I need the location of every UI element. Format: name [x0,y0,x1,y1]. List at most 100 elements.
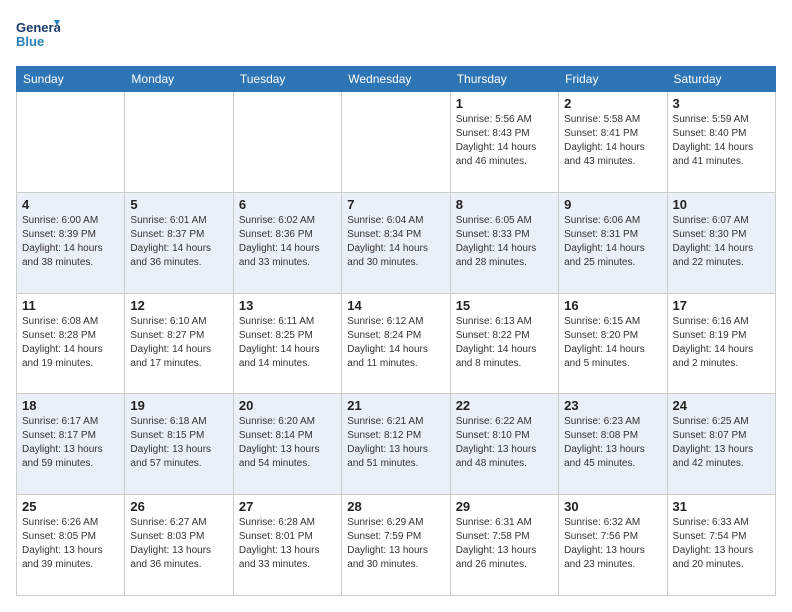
day-cell [17,92,125,193]
day-info: Sunrise: 6:08 AM Sunset: 8:28 PM Dayligh… [22,315,119,371]
svg-text:Blue: Blue [16,34,44,49]
day-number: 10 [673,197,770,212]
day-number: 25 [22,499,119,514]
day-cell: 15Sunrise: 6:13 AM Sunset: 8:22 PM Dayli… [450,293,558,394]
day-number: 22 [456,398,553,413]
day-cell: 2 Sunrise: 5:58 AM Sunset: 8:41 PM Daylig… [559,92,667,193]
day-number: 17 [673,298,770,313]
day-info: Sunrise: 6:10 AM Sunset: 8:27 PM Dayligh… [130,315,227,371]
day-number: 30 [564,499,661,514]
day-info: Sunrise: 6:13 AM Sunset: 8:22 PM Dayligh… [456,315,553,371]
day-cell [233,92,341,193]
day-info: Sunrise: 6:16 AM Sunset: 8:19 PM Dayligh… [673,315,770,371]
weekday-wednesday: Wednesday [342,67,450,92]
day-cell: 12 Sunrise: 6:10 AM Sunset: 8:27 PM Dayli… [125,293,233,394]
day-info: Sunrise: 6:33 AM Sunset: 7:54 PM Dayligh… [673,516,770,572]
day-number: 16 [564,298,661,313]
day-info: Sunrise: 6:15 AM Sunset: 8:20 PM Dayligh… [564,315,661,371]
logo-svg: General Blue [16,16,60,56]
day-cell: 26 Sunrise: 6:27 AM Sunset: 8:03 PM Dayli… [125,495,233,596]
week-row-4: 18 Sunrise: 6:17 AM Sunset: 8:17 PM Dayli… [17,394,776,495]
day-cell: 14 Sunrise: 6:12 AM Sunset: 8:24 PM Dayli… [342,293,450,394]
day-cell: 24Sunrise: 6:25 AM Sunset: 8:07 PM Dayli… [667,394,775,495]
day-info: Sunrise: 6:22 AM Sunset: 8:10 PM Dayligh… [456,415,553,471]
day-number: 6 [239,197,336,212]
day-info: Sunrise: 6:28 AM Sunset: 8:01 PM Dayligh… [239,516,336,572]
day-number: 4 [22,197,119,212]
day-number: 23 [564,398,661,413]
day-cell: 16 Sunrise: 6:15 AM Sunset: 8:20 PM Dayli… [559,293,667,394]
day-cell: 7 Sunrise: 6:04 AM Sunset: 8:34 PM Daylig… [342,192,450,293]
day-number: 2 [564,96,661,111]
day-number: 28 [347,499,444,514]
weekday-friday: Friday [559,67,667,92]
week-row-3: 11 Sunrise: 6:08 AM Sunset: 8:28 PM Dayli… [17,293,776,394]
weekday-monday: Monday [125,67,233,92]
day-info: Sunrise: 6:07 AM Sunset: 8:30 PM Dayligh… [673,214,770,270]
weekday-thursday: Thursday [450,67,558,92]
day-cell: 13 Sunrise: 6:11 AM Sunset: 8:25 PM Dayli… [233,293,341,394]
day-info: Sunrise: 6:29 AM Sunset: 7:59 PM Dayligh… [347,516,444,572]
day-info: Sunrise: 6:01 AM Sunset: 8:37 PM Dayligh… [130,214,227,270]
day-number: 12 [130,298,227,313]
day-cell: 29Sunrise: 6:31 AM Sunset: 7:58 PM Dayli… [450,495,558,596]
day-cell: 25 Sunrise: 6:26 AM Sunset: 8:05 PM Dayli… [17,495,125,596]
week-row-2: 4 Sunrise: 6:00 AM Sunset: 8:39 PM Daylig… [17,192,776,293]
header: General Blue [16,16,776,56]
day-info: Sunrise: 6:21 AM Sunset: 8:12 PM Dayligh… [347,415,444,471]
day-number: 31 [673,499,770,514]
day-info: Sunrise: 5:59 AM Sunset: 8:40 PM Dayligh… [673,113,770,169]
day-info: Sunrise: 6:17 AM Sunset: 8:17 PM Dayligh… [22,415,119,471]
day-cell: 21Sunrise: 6:21 AM Sunset: 8:12 PM Dayli… [342,394,450,495]
weekday-sunday: Sunday [17,67,125,92]
day-info: Sunrise: 6:00 AM Sunset: 8:39 PM Dayligh… [22,214,119,270]
day-number: 26 [130,499,227,514]
day-cell [125,92,233,193]
day-cell: 5 Sunrise: 6:01 AM Sunset: 8:37 PM Daylig… [125,192,233,293]
day-info: Sunrise: 6:05 AM Sunset: 8:33 PM Dayligh… [456,214,553,270]
day-info: Sunrise: 6:18 AM Sunset: 8:15 PM Dayligh… [130,415,227,471]
day-info: Sunrise: 6:26 AM Sunset: 8:05 PM Dayligh… [22,516,119,572]
day-info: Sunrise: 6:31 AM Sunset: 7:58 PM Dayligh… [456,516,553,572]
day-cell: 10 Sunrise: 6:07 AM Sunset: 8:30 PM Dayli… [667,192,775,293]
day-info: Sunrise: 6:23 AM Sunset: 8:08 PM Dayligh… [564,415,661,471]
day-number: 19 [130,398,227,413]
day-cell: 8Sunrise: 6:05 AM Sunset: 8:33 PM Daylig… [450,192,558,293]
day-cell: 30 Sunrise: 6:32 AM Sunset: 7:56 PM Dayli… [559,495,667,596]
day-number: 14 [347,298,444,313]
weekday-header-row: SundayMondayTuesdayWednesdayThursdayFrid… [17,67,776,92]
day-number: 1 [456,96,553,111]
day-cell: 4 Sunrise: 6:00 AM Sunset: 8:39 PM Daylig… [17,192,125,293]
day-info: Sunrise: 5:58 AM Sunset: 8:41 PM Dayligh… [564,113,661,169]
day-number: 9 [564,197,661,212]
day-number: 7 [347,197,444,212]
weekday-saturday: Saturday [667,67,775,92]
day-number: 11 [22,298,119,313]
day-cell: 17 Sunrise: 6:16 AM Sunset: 8:19 PM Dayli… [667,293,775,394]
day-info: Sunrise: 6:27 AM Sunset: 8:03 PM Dayligh… [130,516,227,572]
day-cell: 3Sunrise: 5:59 AM Sunset: 8:40 PM Daylig… [667,92,775,193]
day-info: Sunrise: 6:11 AM Sunset: 8:25 PM Dayligh… [239,315,336,371]
day-info: Sunrise: 6:12 AM Sunset: 8:24 PM Dayligh… [347,315,444,371]
day-cell: 18 Sunrise: 6:17 AM Sunset: 8:17 PM Dayli… [17,394,125,495]
day-cell: 11 Sunrise: 6:08 AM Sunset: 8:28 PM Dayli… [17,293,125,394]
day-number: 13 [239,298,336,313]
day-cell: 9 Sunrise: 6:06 AM Sunset: 8:31 PM Daylig… [559,192,667,293]
day-info: Sunrise: 6:02 AM Sunset: 8:36 PM Dayligh… [239,214,336,270]
day-cell: 20Sunrise: 6:20 AM Sunset: 8:14 PM Dayli… [233,394,341,495]
day-number: 5 [130,197,227,212]
day-cell [342,92,450,193]
week-row-5: 25 Sunrise: 6:26 AM Sunset: 8:05 PM Dayli… [17,495,776,596]
day-cell: 6 Sunrise: 6:02 AM Sunset: 8:36 PM Daylig… [233,192,341,293]
day-info: Sunrise: 5:56 AM Sunset: 8:43 PM Dayligh… [456,113,553,169]
day-cell: 27Sunrise: 6:28 AM Sunset: 8:01 PM Dayli… [233,495,341,596]
day-info: Sunrise: 6:06 AM Sunset: 8:31 PM Dayligh… [564,214,661,270]
calendar-table: SundayMondayTuesdayWednesdayThursdayFrid… [16,66,776,596]
weekday-tuesday: Tuesday [233,67,341,92]
svg-text:General: General [16,20,60,35]
day-info: Sunrise: 6:04 AM Sunset: 8:34 PM Dayligh… [347,214,444,270]
day-number: 18 [22,398,119,413]
day-number: 24 [673,398,770,413]
day-info: Sunrise: 6:32 AM Sunset: 7:56 PM Dayligh… [564,516,661,572]
day-number: 20 [239,398,336,413]
